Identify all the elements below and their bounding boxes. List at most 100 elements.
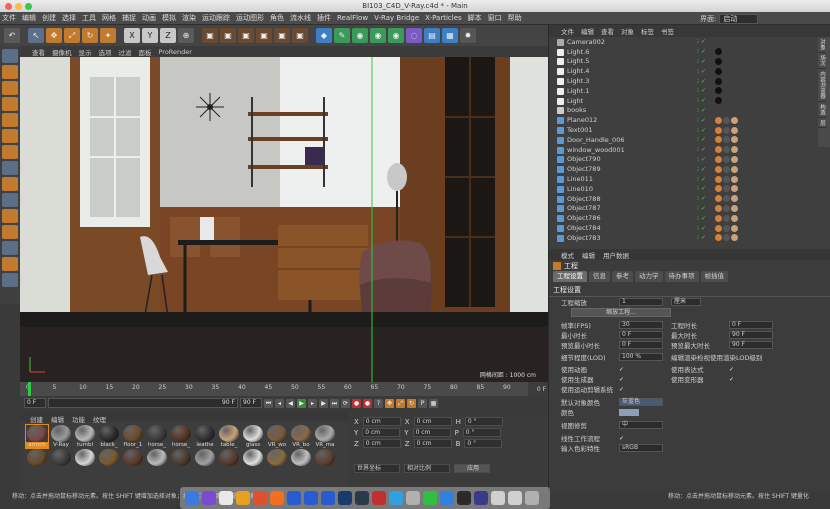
material-item[interactable] [314,449,336,466]
coord-field[interactable]: 0 cm [413,439,452,448]
menu-item[interactable]: 脚本 [468,13,482,23]
color-swatch[interactable] [619,408,639,416]
timeline-ruler[interactable]: 051015202530354045505560657075808590 0 F [20,382,548,396]
material-item[interactable] [290,449,312,466]
autokey-icon[interactable]: ● [363,398,372,408]
material-tag-icon[interactable] [715,136,722,144]
side-tab[interactable]: 内容浏览器 [818,69,826,102]
checkbox[interactable]: ✓ [619,386,626,393]
max-frame-field[interactable]: 90 F [240,398,262,408]
acrobat-icon[interactable] [372,491,386,505]
menu-item[interactable]: X-Particles [425,14,461,22]
visibility-dots-icon[interactable]: ⁝ ✓ [697,58,715,65]
visibility-dots-icon[interactable]: ⁝ ✓ [697,225,715,232]
coord-field[interactable]: 0 cm [362,417,401,426]
material-item[interactable] [26,449,48,466]
object-row[interactable]: Object788 ⁝ ✓ [549,194,830,204]
menu-item[interactable]: 流水线 [290,13,311,23]
material-tag-icon[interactable] [723,146,730,154]
material-item[interactable]: horse_ [146,425,168,448]
z-axis-button[interactable]: Z [160,28,176,43]
object-row[interactable]: Light ⁝ ✓ [549,96,830,106]
prev-frame-icon[interactable]: ◀ [286,398,295,408]
coord-field[interactable]: 0 ° [464,439,503,448]
coord-field[interactable]: 0 ° [464,417,503,426]
baidu-icon[interactable] [474,491,488,505]
object-row[interactable]: Door_Handle_006 ⁝ ✓ [549,135,830,145]
play-icon[interactable]: ▶ [297,398,306,408]
photoshop-icon[interactable] [287,491,301,505]
scale-icon[interactable]: ⤢ [64,28,80,43]
playhead[interactable] [28,382,31,396]
checkbox[interactable]: ✓ [619,366,626,373]
object-row[interactable]: Plane012 ⁝ ✓ [549,115,830,125]
attribute-field[interactable]: 90 F [729,331,773,339]
material-item[interactable]: tumbl [74,425,96,448]
visibility-dots-icon[interactable]: ⁝ ✓ [697,78,715,85]
material-tag-icon[interactable] [715,146,722,154]
key-rotation-icon[interactable]: ↻ [407,398,416,408]
view-clip-select[interactable]: 中 [619,421,663,429]
material-tag-icon[interactable] [723,116,730,124]
menu-item[interactable]: 运动图形 [236,13,264,23]
floor-icon[interactable]: ▦ [442,28,458,43]
visibility-dots-icon[interactable]: ⁝ ✓ [697,136,715,143]
app-store-icon[interactable] [389,491,403,505]
side-tab[interactable]: 对象 [818,37,826,53]
material-tag-icon[interactable] [715,126,722,134]
snap-icon[interactable] [2,193,18,207]
undo-icon[interactable]: ↶ [4,28,20,43]
workplane-icon[interactable] [2,97,18,111]
object-row[interactable]: Light.6 ⁝ ✓ [549,47,830,57]
viewport-menu-item[interactable]: 查看 [32,47,45,57]
material-item[interactable] [170,449,192,466]
prev-key-icon[interactable]: ◂ [275,398,284,408]
menu-item[interactable]: RealFlow [337,14,368,22]
material-tag-icon[interactable] [715,155,722,163]
menu-item[interactable]: 编辑 [22,13,36,23]
attribute-tab[interactable]: 参考 [612,271,633,282]
visibility-dots-icon[interactable]: ⁝ ✓ [697,195,715,202]
environment-icon[interactable]: ◌ [406,28,422,43]
zoom-window-icon[interactable] [25,3,32,10]
input-color-select[interactable]: sRGB [619,444,663,452]
visibility-dots-icon[interactable]: ⁝ ✓ [697,215,715,222]
object-menu-item[interactable]: 文件 [561,26,574,36]
object-row[interactable]: books ⁝ ✓ [549,106,830,116]
render-picture-viewer-icon[interactable]: ▣ [220,28,236,43]
object-row[interactable]: Object783 ⁝ ✓ [549,233,830,243]
material-item[interactable]: leathe [194,425,216,448]
sculpt-icon[interactable] [2,225,18,239]
object-menu-item[interactable]: 标签 [641,26,654,36]
material-item[interactable] [194,449,216,466]
material-item[interactable]: black_ [98,425,120,448]
light-icon[interactable]: ✹ [460,28,476,43]
live-select-icon[interactable]: ↖ [28,28,44,43]
material-item[interactable] [74,449,96,466]
magnet-icon[interactable] [2,209,18,223]
object-row[interactable]: window_wood001 ⁝ ✓ [549,145,830,155]
calendar-icon[interactable] [219,491,233,505]
material-tag-icon[interactable] [715,224,722,232]
material-tag-icon[interactable] [715,175,722,183]
material-item[interactable] [98,449,120,466]
subdivision-icon[interactable]: ◉ [352,28,368,43]
y-axis-button[interactable]: Y [142,28,158,43]
linear-workflow-checkbox[interactable]: ✓ [619,435,626,442]
visibility-dots-icon[interactable]: ⁝ ✓ [697,205,715,212]
object-row[interactable]: Line011 ⁝ ✓ [549,174,830,184]
material-tag-icon[interactable] [731,224,738,232]
object-row[interactable]: Object789 ⁝ ✓ [549,164,830,174]
launchpad-icon[interactable] [202,491,216,505]
side-tab[interactable]: 场次 [818,53,826,69]
points-mode-icon[interactable] [2,113,18,127]
attribute-tab[interactable]: 信息 [589,271,610,282]
edges-mode-icon[interactable] [2,129,18,143]
visibility-dots-icon[interactable]: ⁝ ✓ [697,234,715,241]
x-axis-button[interactable]: X [124,28,140,43]
object-row[interactable]: Light.3 ⁝ ✓ [549,76,830,86]
lod-render-check-label[interactable]: 编辑渲染检视使用渲染LOD级别 [671,352,763,362]
chrome-icon[interactable] [236,491,250,505]
material-tag-icon[interactable] [731,214,738,222]
menu-item[interactable]: 插件 [317,13,331,23]
